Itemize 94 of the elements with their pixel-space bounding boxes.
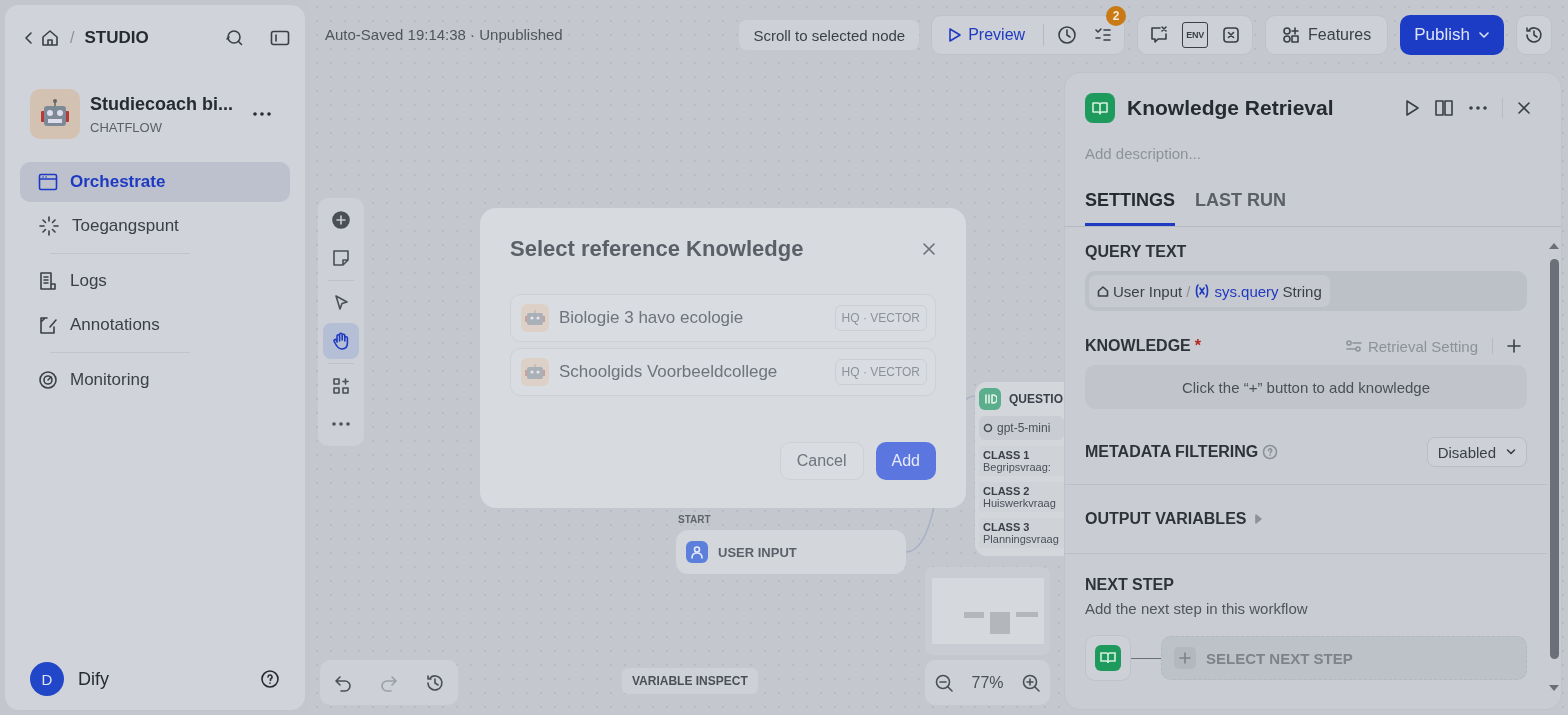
description-field[interactable]: Add description...	[1085, 145, 1515, 162]
close-icon[interactable]	[1517, 101, 1531, 115]
clock-icon	[1056, 24, 1079, 46]
sliders-icon	[1345, 339, 1362, 353]
class-item: CLASS 2 Huiswerkvraag	[979, 482, 1064, 512]
variable-icon	[1194, 284, 1211, 298]
panel-title: Knowledge Retrieval	[1127, 96, 1334, 120]
nav-item[interactable]: Logs	[20, 261, 290, 301]
more-icon[interactable]	[1468, 105, 1488, 111]
current-node-icon	[1085, 635, 1131, 681]
version-history-button[interactable]	[1516, 15, 1552, 55]
section-label: QUERY TEXT	[1085, 243, 1188, 261]
env-button[interactable]: ENV	[1182, 22, 1209, 48]
features-button[interactable]: Features	[1265, 15, 1389, 55]
cancel-button[interactable]: Cancel	[779, 442, 864, 480]
save-status: Auto-Saved 19:14:38 · Unpublished	[325, 26, 563, 43]
sticky-note-icon[interactable]	[331, 248, 351, 268]
class-item: CLASS 3 Planningsvraag	[979, 518, 1064, 548]
breadcrumb-title: STUDIO	[84, 28, 149, 48]
plus-icon	[1179, 652, 1191, 664]
user-name: Dify	[78, 668, 109, 690]
start-node[interactable]: USER INPUT	[676, 530, 906, 574]
nav-item[interactable]: Orchestrate	[20, 162, 290, 202]
more-icon[interactable]	[252, 111, 272, 117]
count-badge: 2	[1106, 6, 1127, 26]
chat-x-icon	[1149, 25, 1170, 45]
play-icon[interactable]	[1404, 99, 1420, 117]
zoom-level[interactable]: 77%	[971, 673, 1004, 692]
metadata-filter-select[interactable]: Disabled	[1426, 437, 1527, 467]
empty-state: Click the “+” button to add knowledge	[1085, 365, 1527, 409]
panel-tab[interactable]: LAST RUN	[1195, 190, 1286, 226]
window-icon	[38, 173, 58, 191]
note-edit-icon	[38, 315, 58, 335]
add-circle-icon[interactable]	[331, 210, 351, 230]
close-icon	[922, 242, 936, 256]
nav-item[interactable]: Toegangspunt	[20, 206, 290, 246]
class-item: CLASS 1 Begripsvraag:	[979, 446, 1064, 476]
grid-icon[interactable]	[331, 376, 351, 396]
section-label: KNOWLEDGE	[1085, 337, 1191, 355]
knowledge-option[interactable]: Biologie 3 havo ecologie HQ · VECTOR	[510, 294, 936, 342]
sidebar-toggle-icon[interactable]	[270, 30, 290, 46]
query-variable-field[interactable]: User Input / sys.query String	[1085, 271, 1527, 311]
history-icon	[1524, 25, 1544, 45]
breadcrumb-separator: /	[70, 29, 75, 47]
gauge-icon	[38, 370, 58, 390]
required-mark: *	[1194, 337, 1201, 355]
variable-inspect-button[interactable]: VARIABLE INSPECT	[622, 668, 758, 694]
home-icon[interactable]	[40, 28, 60, 48]
book-icon[interactable]	[1434, 99, 1454, 117]
section-label: NEXT STEP	[1085, 576, 1175, 594]
history-icon[interactable]	[425, 672, 445, 693]
plus-icon	[1507, 339, 1521, 353]
section-hint: Add the next step in this workflow	[1085, 600, 1309, 617]
classifier-node[interactable]: QUESTIO gpt-5-mini CLASS 1 Begripsvraag: CLASS 2 Huiswerkvraag CLASS 3 Planningsvraag	[975, 382, 1064, 556]
publish-button[interactable]: Publish	[1400, 15, 1504, 55]
add-knowledge-button[interactable]	[1507, 339, 1521, 353]
back-icon[interactable]	[24, 31, 34, 45]
zoom-out-icon[interactable]	[933, 672, 954, 693]
index-badge: HQ · VECTOR	[834, 305, 927, 331]
x-box-icon	[1221, 25, 1242, 45]
robot-avatar	[30, 89, 80, 139]
nav-item[interactable]: Monitoring	[20, 360, 290, 400]
help-icon[interactable]	[260, 669, 280, 689]
nav-item[interactable]: Annotations	[20, 305, 290, 345]
zoom-in-icon[interactable]	[1021, 672, 1042, 693]
apps-icon	[1282, 26, 1301, 44]
scroll-to-node-button[interactable]: Scroll to selected node	[739, 20, 920, 50]
close-button[interactable]	[922, 242, 936, 256]
section-label: METADATA FILTERING	[1085, 443, 1259, 461]
preview-button[interactable]: Preview	[940, 26, 1034, 44]
app-name: Studiecoach bi...	[90, 93, 235, 115]
robot-avatar	[521, 304, 549, 332]
home-icon	[1097, 285, 1109, 297]
add-button[interactable]: Add	[875, 442, 936, 480]
node-title: QUESTIO	[1009, 392, 1063, 406]
sparkle-icon	[38, 215, 60, 237]
chevron-down-icon	[1506, 448, 1516, 456]
more-icon[interactable]	[331, 421, 351, 427]
robot-avatar	[521, 358, 549, 386]
knowledge-option[interactable]: Schoolgids Voorbeeldcollege HQ · VECTOR	[510, 348, 936, 396]
hand-icon[interactable]	[331, 331, 351, 351]
canvas-tool-button[interactable]	[323, 323, 359, 359]
model-chip: gpt-5-mini	[979, 416, 1064, 440]
panel-tab[interactable]: SETTINGS	[1085, 190, 1175, 226]
node-title: USER INPUT	[718, 544, 797, 560]
document-icon	[38, 271, 58, 291]
node-caption: START	[678, 514, 711, 525]
play-icon	[948, 27, 963, 43]
index-badge: HQ · VECTOR	[834, 359, 927, 385]
user-avatar[interactable]: D	[30, 662, 64, 696]
output-variables-toggle[interactable]: OUTPUT VARIABLES	[1085, 510, 1527, 528]
caret-icon	[1478, 31, 1490, 39]
app-type: CHATFLOW	[90, 119, 163, 135]
dialog-title: Select reference Knowledge	[510, 236, 804, 262]
